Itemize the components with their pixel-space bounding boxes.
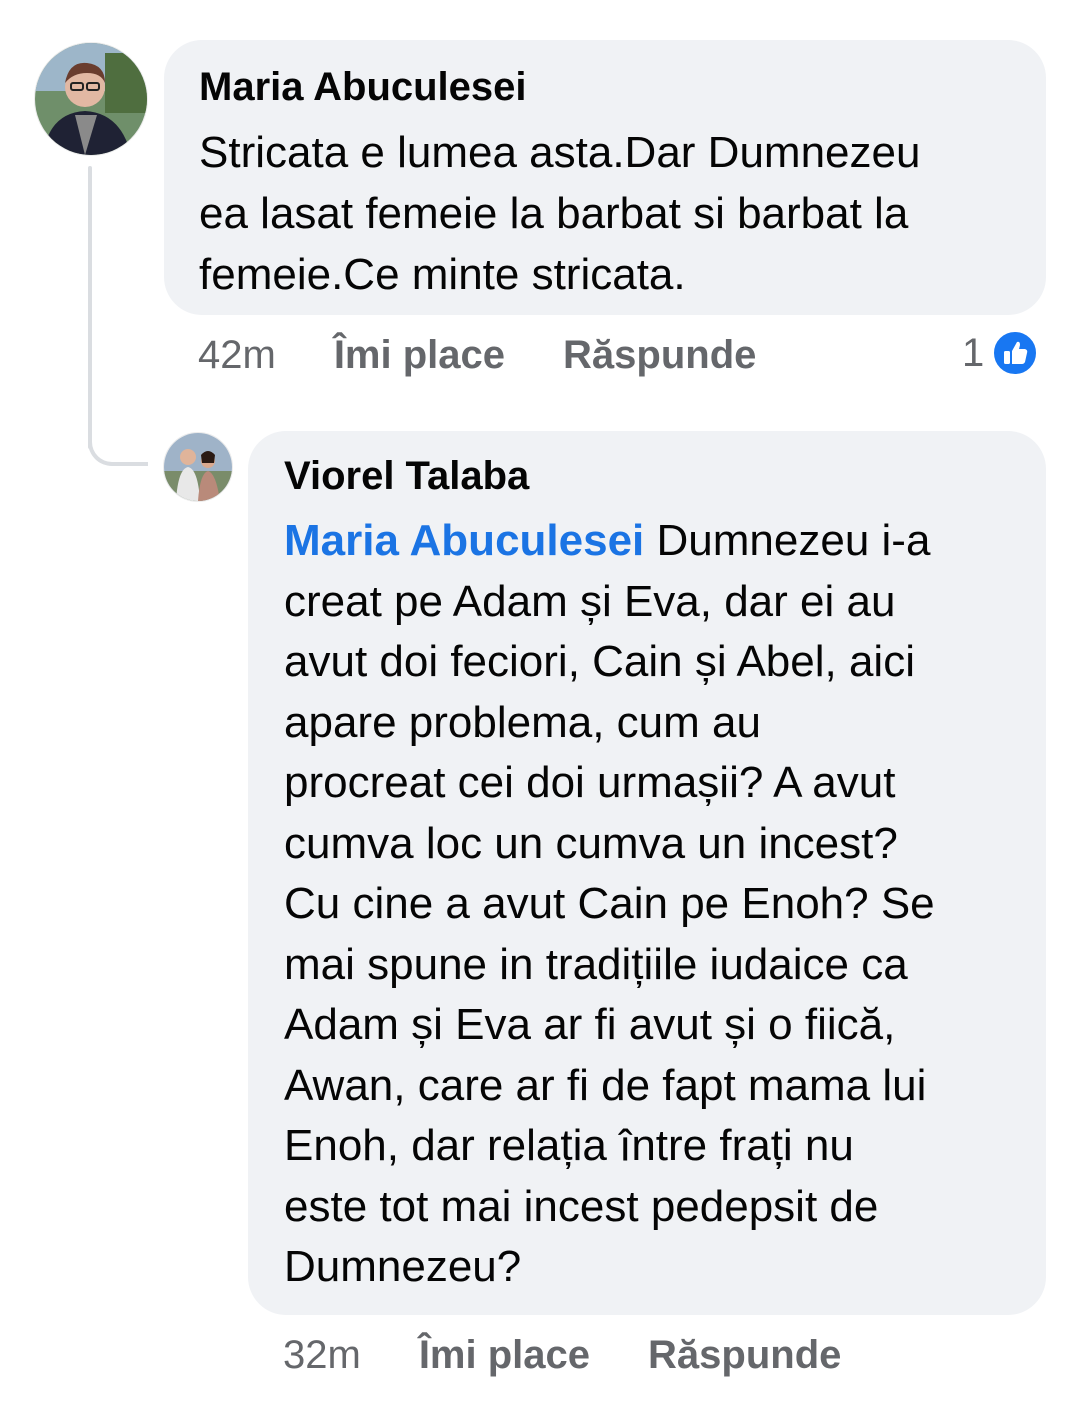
avatar[interactable] [34,42,148,156]
like-icon [992,330,1039,376]
thread-line-curve [88,420,148,466]
comment-text-body: Dumnezeu i-a creat pe Adam și Eva, dar e… [284,516,935,1291]
comment-author[interactable]: Viorel Talaba [284,453,1046,499]
reaction-count: 1 [962,330,985,375]
comment-author[interactable]: Maria Abuculesei [199,64,1046,110]
like-button[interactable]: Îmi place [334,333,505,378]
avatar-photo-icon [35,43,147,155]
avatar[interactable] [163,432,233,502]
mention-link[interactable]: Maria Abuculesei [284,516,644,565]
reply-button[interactable]: Răspunde [563,333,756,378]
comment-timestamp[interactable]: 42m [198,333,276,378]
comment-bubble: Maria Abuculesei Stricata e lumea asta.D… [164,40,1046,315]
reaction-summary[interactable]: 1 [962,330,1039,376]
thread-line [88,166,92,449]
reply-bubble: Viorel Talaba Maria Abuculesei Dumnezeu … [248,431,1046,1315]
reply-button[interactable]: Răspunde [648,1333,841,1378]
comment-text: Stricata e lumea asta.Dar Dumnezeu ea la… [199,128,921,299]
comment-actions: 32m Îmi place Răspunde [283,1333,899,1378]
avatar-photo-icon [164,433,232,501]
comment-timestamp[interactable]: 32m [283,1333,361,1378]
comment-text: Maria Abuculesei Dumnezeu i-a creat pe A… [284,511,1046,1298]
like-button[interactable]: Îmi place [419,1333,590,1378]
comment-actions: 42m Îmi place Răspunde [198,333,814,378]
